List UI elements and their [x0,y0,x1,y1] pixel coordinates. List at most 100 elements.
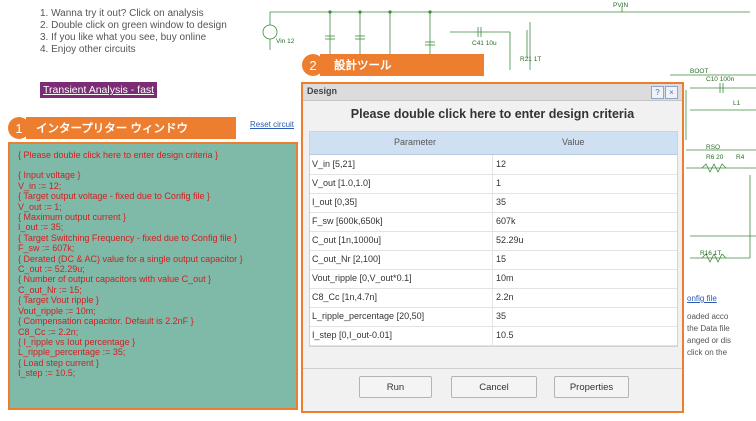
parameter-cell: I_step [0,I_out-0.01] [312,330,393,340]
parameter-cell: C_out_Nr [2,100] [312,254,381,264]
parameter-cell: I_out [0,35] [312,197,358,207]
cell-divider [492,250,493,269]
interpreter-window[interactable]: { Please double click here to enter desi… [8,142,298,410]
config-file-link[interactable]: onfig file [687,294,717,303]
table-header: Parameter Value [310,132,677,155]
interpreter-line [18,160,288,170]
config-description: oaded acco the Data file anged or dis cl… [687,311,756,359]
schematic-label-r6: R6 20 [706,154,724,161]
value-cell[interactable]: 35 [496,311,506,321]
run-button[interactable]: Run [359,376,432,398]
value-cell[interactable]: 52.29u [496,235,524,245]
config-line: click on the [687,348,728,357]
instruction-3: 3. If you like what you see, buy online [40,32,207,43]
dialog-header: Please double click here to enter design… [350,107,635,121]
interpreter-line: C8_Cc := 2.2n; [18,326,79,337]
config-line: oaded acco [687,312,729,321]
cancel-button[interactable]: Cancel [451,376,537,398]
schematic-label-vin: Vin 12 [276,38,295,45]
table-row[interactable]: I_out [0,35] 35 [310,193,677,213]
schematic-label-l1: L1 [733,100,741,107]
table-row[interactable]: F_sw [600k,650k] 607k [310,212,677,232]
value-cell[interactable]: 35 [496,197,506,207]
table-row[interactable]: I_step [0,I_out-0.01] 10.5 [310,326,677,346]
value-cell[interactable]: 15 [496,254,506,264]
schematic-label-c10: C10 100n [706,76,735,83]
instruction-1: 1. Wanna try it out? Click on analysis [40,8,204,19]
config-line: the Data file [687,324,730,333]
callout-label-design-tool: 設計ツール [320,54,484,76]
interpreter-line: { Number of output capacitors with value… [18,274,212,285]
dialog-title: Design [307,86,338,96]
parameter-cell: Vout_ripple [0,V_out*0.1] [312,273,412,283]
cell-divider [492,231,493,250]
parameter-cell: F_sw [600k,650k] [312,216,383,226]
cell-divider [492,326,493,345]
properties-button[interactable]: Properties [554,376,629,398]
interpreter-line: Vout_ripple := 10m; [18,305,96,316]
cell-divider [492,174,493,193]
table-row[interactable]: L_ripple_percentage [20,50] 35 [310,307,677,327]
interpreter-line: C_out := 52.29u; [18,264,85,275]
instructions: 1. Wanna try it out? Click on analysis 2… [40,8,250,56]
interpreter-line: { Target Vout ripple } [18,295,99,306]
table-row[interactable]: V_out [1.0,1.0] 1 [310,174,677,194]
interpreter-line: { Maximum output current } [18,212,127,223]
parameter-cell: L_ripple_percentage [20,50] [312,311,425,321]
interpreter-line: L_ripple_percentage := 35; [18,347,126,358]
callout-label-interpreter: インタープリター ウィンドウ [26,117,236,139]
schematic-label-r21: R21 1T [520,56,542,63]
dialog-titlebar[interactable]: Design ? × [303,84,682,101]
interpreter-line: I_step := 10.5; [18,368,76,379]
column-header-parameter: Parameter [394,137,437,147]
table-row[interactable]: V_in [5,21] 12 [310,155,677,175]
help-icon[interactable]: ? [651,86,664,99]
interpreter-window-callout: 1 インタープリター ウィンドウ [8,117,236,139]
cell-divider [492,193,493,212]
schematic-label-r4: R4 [736,154,745,161]
cell-divider [492,269,493,288]
schematic-label-c41: C41 10u [472,40,497,47]
transient-analysis-link[interactable]: Transient Analysis - fast [40,82,158,98]
interpreter-line: { Compensation capacitor. Default is 2.2… [18,316,194,327]
schematic-label-pvin: PVIN [613,2,629,9]
cell-divider [492,155,493,174]
interpreter-line: { Load step current } [18,357,100,368]
interpreter-line: I_out := 35; [18,222,64,233]
table-row[interactable]: C_out_Nr [2,100] 15 [310,250,677,270]
reset-circuit-link[interactable]: Reset circuit [250,120,294,129]
instruction-4: 4. Enjoy other circuits [40,44,136,55]
close-icon[interactable]: × [665,86,678,99]
value-cell[interactable]: 10.5 [496,330,514,340]
cell-divider [492,307,493,326]
interpreter-line: { Please double click here to enter desi… [18,150,219,160]
table-row[interactable]: C_out [1n,1000u] 52.29u [310,231,677,251]
interpreter-line: F_sw := 607k; [18,243,75,254]
config-line: anged or dis [687,336,732,345]
interpreter-line: { Derated (DC & AC) value for a single o… [18,253,243,264]
design-tool-callout: 2 設計ツール [302,54,484,76]
parameter-cell: C8_Cc [1n,4.7n] [312,292,378,302]
schematic-label-r16: R16 1T [700,250,722,257]
value-cell[interactable]: 2.2n [496,292,514,302]
schematic-label-rso: RSO [706,144,721,151]
interpreter-line: { Target output voltage - fixed due to C… [18,191,210,202]
interpreter-line: { Input voltage } [18,170,81,181]
table-row[interactable]: Vout_ripple [0,V_out*0.1] 10m [310,269,677,289]
cell-divider [492,212,493,231]
schematic-label-boot: BOOT [690,68,709,75]
instruction-2: 2. Double click on green window to desig… [40,20,227,31]
interpreter-line: { I_ripple vs Iout percentage } [18,336,136,347]
table-row[interactable]: C8_Cc [1n,4.7n] 2.2n [310,288,677,308]
interpreter-line: V_out := 1; [18,201,62,212]
interpreter-line: C_out_Nr := 15; [18,284,82,295]
interpreter-line: V_in := 12; [18,180,62,191]
parameter-cell: V_in [5,21] [312,159,356,169]
value-cell[interactable]: 12 [496,159,506,169]
dialog-footer-divider [303,368,682,369]
value-cell[interactable]: 607k [496,216,516,226]
design-criteria-table: Parameter Value V_in [5,21] 12 V_out [1.0,… [309,131,678,347]
value-cell[interactable]: 10m [496,273,514,283]
value-cell[interactable]: 1 [496,178,501,188]
cell-divider [492,288,493,307]
